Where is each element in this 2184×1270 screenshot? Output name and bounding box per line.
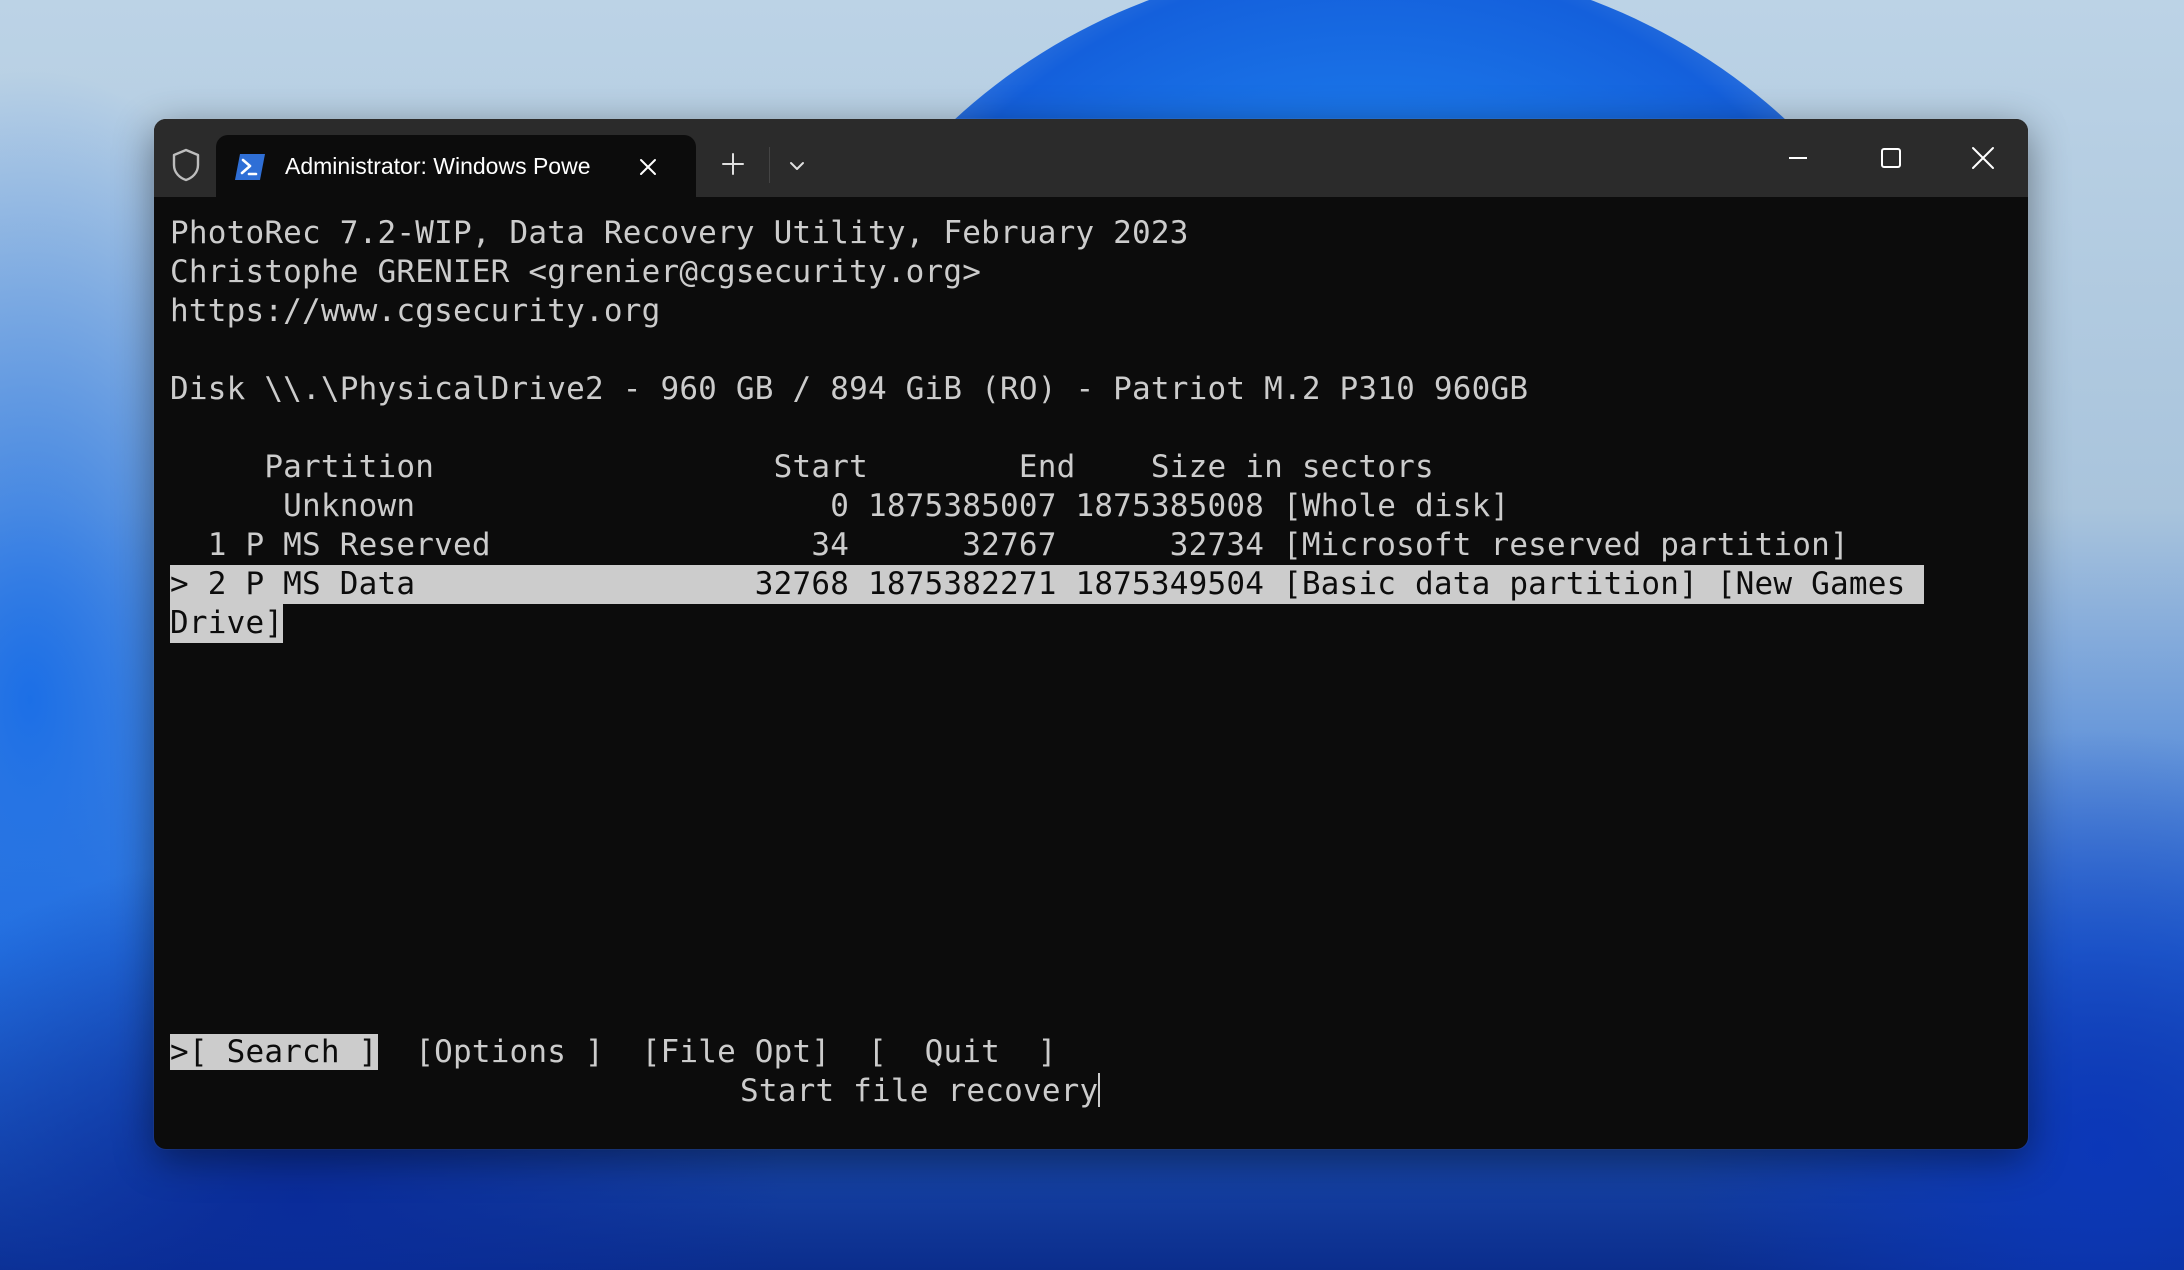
tab-separator xyxy=(769,147,770,183)
partition-row-ms-data-selected[interactable]: > 2 P MS Data 32768 1875382271 187534950… xyxy=(170,565,1925,604)
close-window-button[interactable] xyxy=(1960,139,2006,177)
tab-powershell[interactable]: Administrator: Windows Powe xyxy=(216,135,696,197)
quit-menu-button[interactable]: [ Quit ] xyxy=(868,1034,1057,1070)
new-tab-plus-icon[interactable] xyxy=(720,151,746,177)
status-text: Start file recovery xyxy=(740,1073,1099,1109)
menu-gap xyxy=(830,1034,868,1070)
text-cursor xyxy=(1098,1073,1101,1107)
chevron-down-icon[interactable] xyxy=(786,155,808,177)
header-url-line: https://www.cgsecurity.org xyxy=(170,293,661,329)
header-title-line: PhotoRec 7.2-WIP, Data Recovery Utility,… xyxy=(170,215,1189,251)
close-tab-icon[interactable] xyxy=(636,155,660,179)
header-author-line: Christophe GRENIER <grenier@cgsecurity.o… xyxy=(170,254,982,290)
search-menu-button[interactable]: >[ Search ] xyxy=(170,1034,378,1070)
partition-row-unknown[interactable]: Unknown 0 1875385007 1875385008 [Whole d… xyxy=(170,487,1509,526)
partition-row-ms-data-wrap[interactable]: Drive] xyxy=(170,604,284,643)
maximize-button[interactable] xyxy=(1867,139,1913,177)
shield-icon xyxy=(172,148,200,182)
status-line: Start file recovery xyxy=(740,1072,1101,1111)
terminal-window: Administrator: Windows Powe PhotoRec 7.2… xyxy=(154,119,2028,1149)
menu-gap xyxy=(604,1034,642,1070)
terminal-content[interactable]: PhotoRec 7.2-WIP, Data Recovery Utility,… xyxy=(170,197,2028,1149)
partition-row-ms-reserved[interactable]: 1 P MS Reserved 34 32767 32734 [Microsof… xyxy=(170,526,1849,565)
powershell-icon xyxy=(235,154,265,180)
disk-info-line: Disk \\.\PhysicalDrive2 - 960 GB / 894 G… xyxy=(170,371,1529,407)
minimize-button[interactable] xyxy=(1775,139,1821,177)
file-opt-menu-button[interactable]: [File Opt] xyxy=(642,1034,831,1070)
options-menu-button[interactable]: [Options ] xyxy=(415,1034,604,1070)
title-bar[interactable]: Administrator: Windows Powe xyxy=(154,119,2028,197)
menu-gap xyxy=(378,1034,416,1070)
menu-bar: >[ Search ] [Options ] [File Opt] [ Quit… xyxy=(170,1033,1057,1072)
tab-title: Administrator: Windows Powe xyxy=(285,153,591,179)
partition-table-header: Partition Start End Size in sectors xyxy=(170,449,1434,485)
